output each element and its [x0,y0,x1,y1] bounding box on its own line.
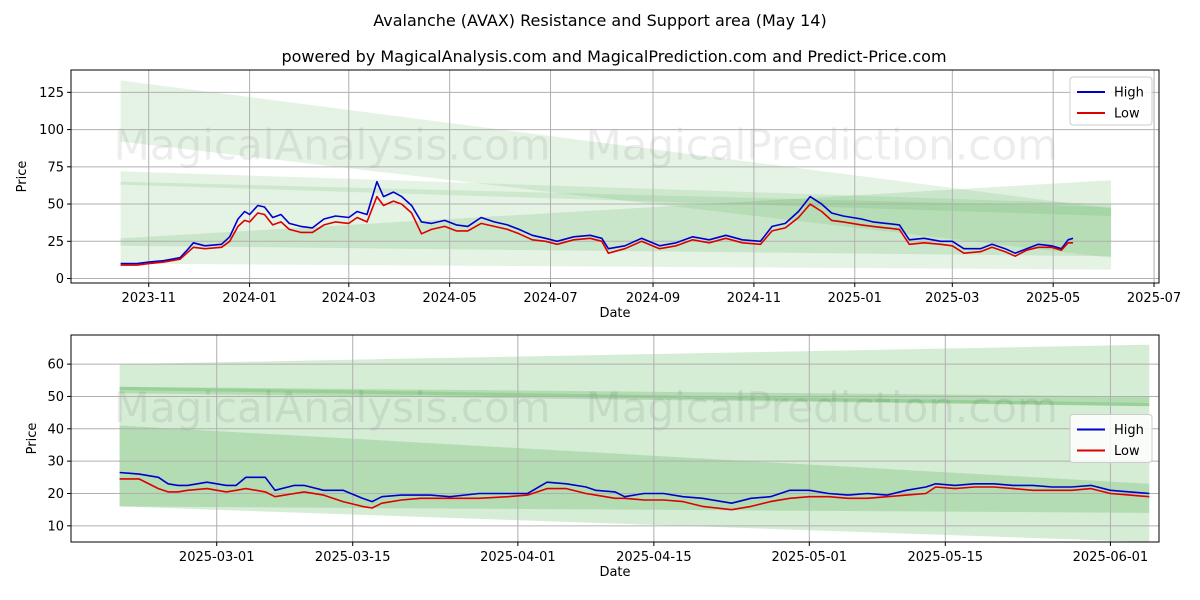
y-tick-label: 50 [47,390,64,405]
x-tick-label: 2025-04-15 [616,550,692,565]
x-tick-label: 2025-03-01 [179,550,255,565]
x-axis-label: Date [599,306,630,321]
y-tick-label: 75 [47,160,64,175]
legend-label-low: Low [1114,107,1140,122]
watermark-left: MagicalAnalysis.com [114,120,551,169]
y-axis-label: Price [25,423,40,455]
legend-box [1069,414,1153,463]
x-tick-label: 2025-03-15 [315,550,391,565]
y-tick-label: 60 [47,358,64,373]
legend-label-high: High [1114,86,1144,101]
legend-box [1069,76,1153,126]
y-tick-label: 10 [47,519,64,534]
x-tick-label: 2024-05 [422,291,476,306]
legend-label-high: High [1114,423,1144,438]
y-tick-label: 50 [47,198,64,213]
y-tick-label: 0 [56,272,64,287]
y-tick-label: 40 [47,422,64,437]
x-tick-label: 2025-04-01 [480,550,556,565]
x-tick-label: 2025-05 [1026,291,1080,306]
x-axis-label: Date [599,565,630,580]
legend: High Low [1069,76,1153,126]
x-tick-label: 2025-05-15 [908,550,984,565]
x-tick-label: 2024-07 [523,291,577,306]
watermark-left: MagicalAnalysis.com [114,383,551,432]
x-tick-label: 2024-09 [626,291,680,306]
chart-canvas: Avalanche (AVAX) Resistance and Support … [0,0,1200,600]
legend-label-low: Low [1114,444,1140,459]
x-tick-label: 2025-03 [925,291,979,306]
x-tick-label: 2025-06-01 [1073,550,1149,565]
x-tick-label: 2024-01 [222,291,276,306]
y-tick-label: 100 [39,123,64,138]
figure: Avalanche (AVAX) Resistance and Support … [0,0,1200,600]
legend: High Low [1069,414,1153,463]
x-tick-label: 2024-11 [727,291,781,306]
y-tick-label: 25 [47,235,64,250]
watermark-right: MagicalPrediction.com [585,383,1058,432]
watermark-right: MagicalPrediction.com [585,120,1058,169]
x-tick-label: 2025-07 [1127,291,1181,306]
y-tick-label: 20 [47,487,64,502]
x-tick-label: 2024-03 [322,291,376,306]
x-tick-label: 2023-11 [122,291,176,306]
y-tick-label: 125 [39,86,64,101]
x-tick-label: 2025-01 [828,291,882,306]
y-axis-label: Price [15,161,30,193]
x-tick-label: 2025-05-01 [772,550,848,565]
chart-title: Avalanche (AVAX) Resistance and Support … [373,11,826,30]
chart-subtitle: powered by MagicalAnalysis.com and Magic… [281,47,946,66]
y-tick-label: 30 [47,455,64,470]
